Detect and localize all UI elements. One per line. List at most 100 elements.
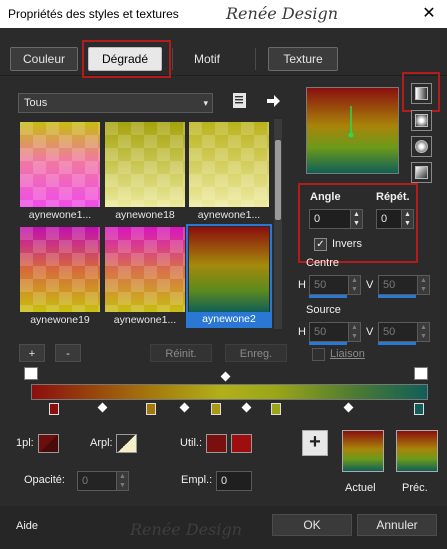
center-h-input[interactable]: 50 ▲ ▼ [309,275,361,295]
repeat-input[interactable]: 0 ▲ ▼ [376,209,414,229]
angle-input[interactable]: 0 ▲ ▼ [309,209,363,229]
gradient-thumb-label: aynewone1... [28,209,92,221]
util-label: Util.: [180,437,202,449]
sunburst-style-button[interactable] [411,136,432,157]
radial-style-icon [415,166,428,179]
tab-motif[interactable]: Motif [180,47,234,71]
gradient-thumb-label: aynewone1... [197,209,261,221]
source-h-label: H [298,326,306,338]
library-scrollbar-thumb[interactable] [275,140,281,220]
foreground-swatch[interactable] [38,434,59,453]
previous-gradient-preview[interactable] [396,430,438,472]
color-stop-icon[interactable] [49,403,59,415]
source-h-input[interactable]: 50 ▲ ▼ [309,322,361,342]
remove-gradient-button[interactable]: - [55,344,81,362]
ok-button[interactable]: OK [272,514,352,536]
opacity-midpoint-icon[interactable] [220,371,231,382]
save-button[interactable]: Enreg. [225,344,287,362]
spin-arrows-icon[interactable]: ▲ ▼ [116,472,128,490]
color-stop-icon[interactable] [271,403,281,415]
color-stop-icon[interactable] [414,403,424,415]
gradient-thumb[interactable] [105,227,185,312]
footer-logo: Renée Design [130,520,243,539]
gradient-preview[interactable] [306,87,399,174]
opacity-stop-end-icon[interactable] [414,367,428,380]
empl-value: 0 [221,475,228,487]
sunburst-style-icon [415,140,428,153]
gradient-thumb-label-selected: aynewone2 [188,312,270,326]
opacity-stop-start-icon[interactable] [24,367,38,380]
spin-arrows-icon[interactable]: ▲ ▼ [348,276,360,294]
color-midpoint-icon[interactable] [179,402,190,413]
help-link[interactable]: Aide [16,520,38,532]
spin-arrows-icon[interactable]: ▲ ▼ [401,210,413,228]
center-v-slider[interactable] [378,295,416,298]
cancel-button[interactable]: Annuler [357,514,437,536]
linear-style-button[interactable] [411,83,432,104]
gradient-thumb-selected[interactable] [189,227,269,312]
spin-arrows-icon[interactable]: ▲ ▼ [350,210,362,228]
gradient-thumb[interactable] [189,122,269,207]
center-v-label: V [366,279,374,291]
tab-texture[interactable]: Texture [268,47,338,71]
category-select-value: Tous [24,97,48,109]
spin-arrows-icon[interactable]: ▲ ▼ [348,323,360,341]
gradient-thumb-label: aynewone1... [113,314,177,326]
source-v-label: V [366,326,374,338]
color-stop-icon[interactable] [146,403,156,415]
rect-style-button[interactable] [411,110,432,131]
linear-style-icon [415,87,428,100]
close-icon[interactable]: ✕ [418,4,440,24]
gradient-thumb[interactable] [20,227,100,312]
center-h-slider[interactable] [309,295,347,298]
center-label: Centre [306,257,340,269]
color-midpoint-icon[interactable] [241,402,252,413]
tab-separator [255,48,256,70]
title-logo: Renée Design [226,4,339,23]
color-midpoint-icon[interactable] [97,402,108,413]
center-v-input[interactable]: 50 ▲ ▼ [378,275,430,295]
opacity-input[interactable]: 0 ▲ ▼ [77,471,129,491]
source-h-value: 50 [314,326,327,338]
color-stop-icon[interactable] [211,403,221,415]
empl-input[interactable]: 0 [216,471,252,491]
previous-label: Préc. [402,482,428,494]
rect-style-icon [415,114,428,127]
book-icon[interactable] [232,92,248,110]
user-color-swatch[interactable] [231,434,252,453]
gradient-thumb[interactable] [20,122,100,207]
add-gradient-button[interactable]: + [19,344,45,362]
gradient-thumb-label: aynewone18 [115,209,175,221]
gradient-editor-bar[interactable] [31,384,428,400]
repeat-value: 0 [381,213,388,225]
tab-couleur[interactable]: Couleur [10,47,78,71]
spin-arrows-icon[interactable]: ▲ ▼ [417,276,429,294]
add-to-library-button[interactable]: + [302,430,328,456]
source-v-slider[interactable] [378,342,416,345]
radial-style-button[interactable] [411,162,432,183]
link-checkbox[interactable] [312,348,325,361]
source-v-value: 50 [383,326,396,338]
tab-degrade[interactable]: Dégradé [88,47,162,71]
source-label: Source [306,304,341,316]
arrow-right-icon[interactable] [265,93,281,109]
opacity-value: 0 [82,475,89,487]
source-v-input[interactable]: 50 ▲ ▼ [378,322,430,342]
source-h-slider[interactable] [309,342,347,345]
repeat-label: Répét. [376,191,410,203]
category-select[interactable]: Tous ▾ [18,93,213,113]
spin-arrows-icon[interactable]: ▲ ▼ [417,323,429,341]
gradient-thumb-label: aynewone19 [30,314,90,326]
chevron-down-icon: ▾ [203,98,208,108]
tab-separator [172,48,173,70]
color-midpoint-icon[interactable] [343,402,354,413]
center-h-label: H [298,279,306,291]
gradient-thumb[interactable] [105,122,185,207]
reset-button[interactable]: Réinit. [150,344,212,362]
background-swatch[interactable] [116,434,137,453]
angle-value: 0 [314,213,321,225]
user-color-swatch[interactable] [206,434,227,453]
link-label: Liaison [330,348,365,360]
window-title: Propriétés des styles et textures [8,7,179,21]
invert-checkbox[interactable]: ✓ [314,238,327,251]
